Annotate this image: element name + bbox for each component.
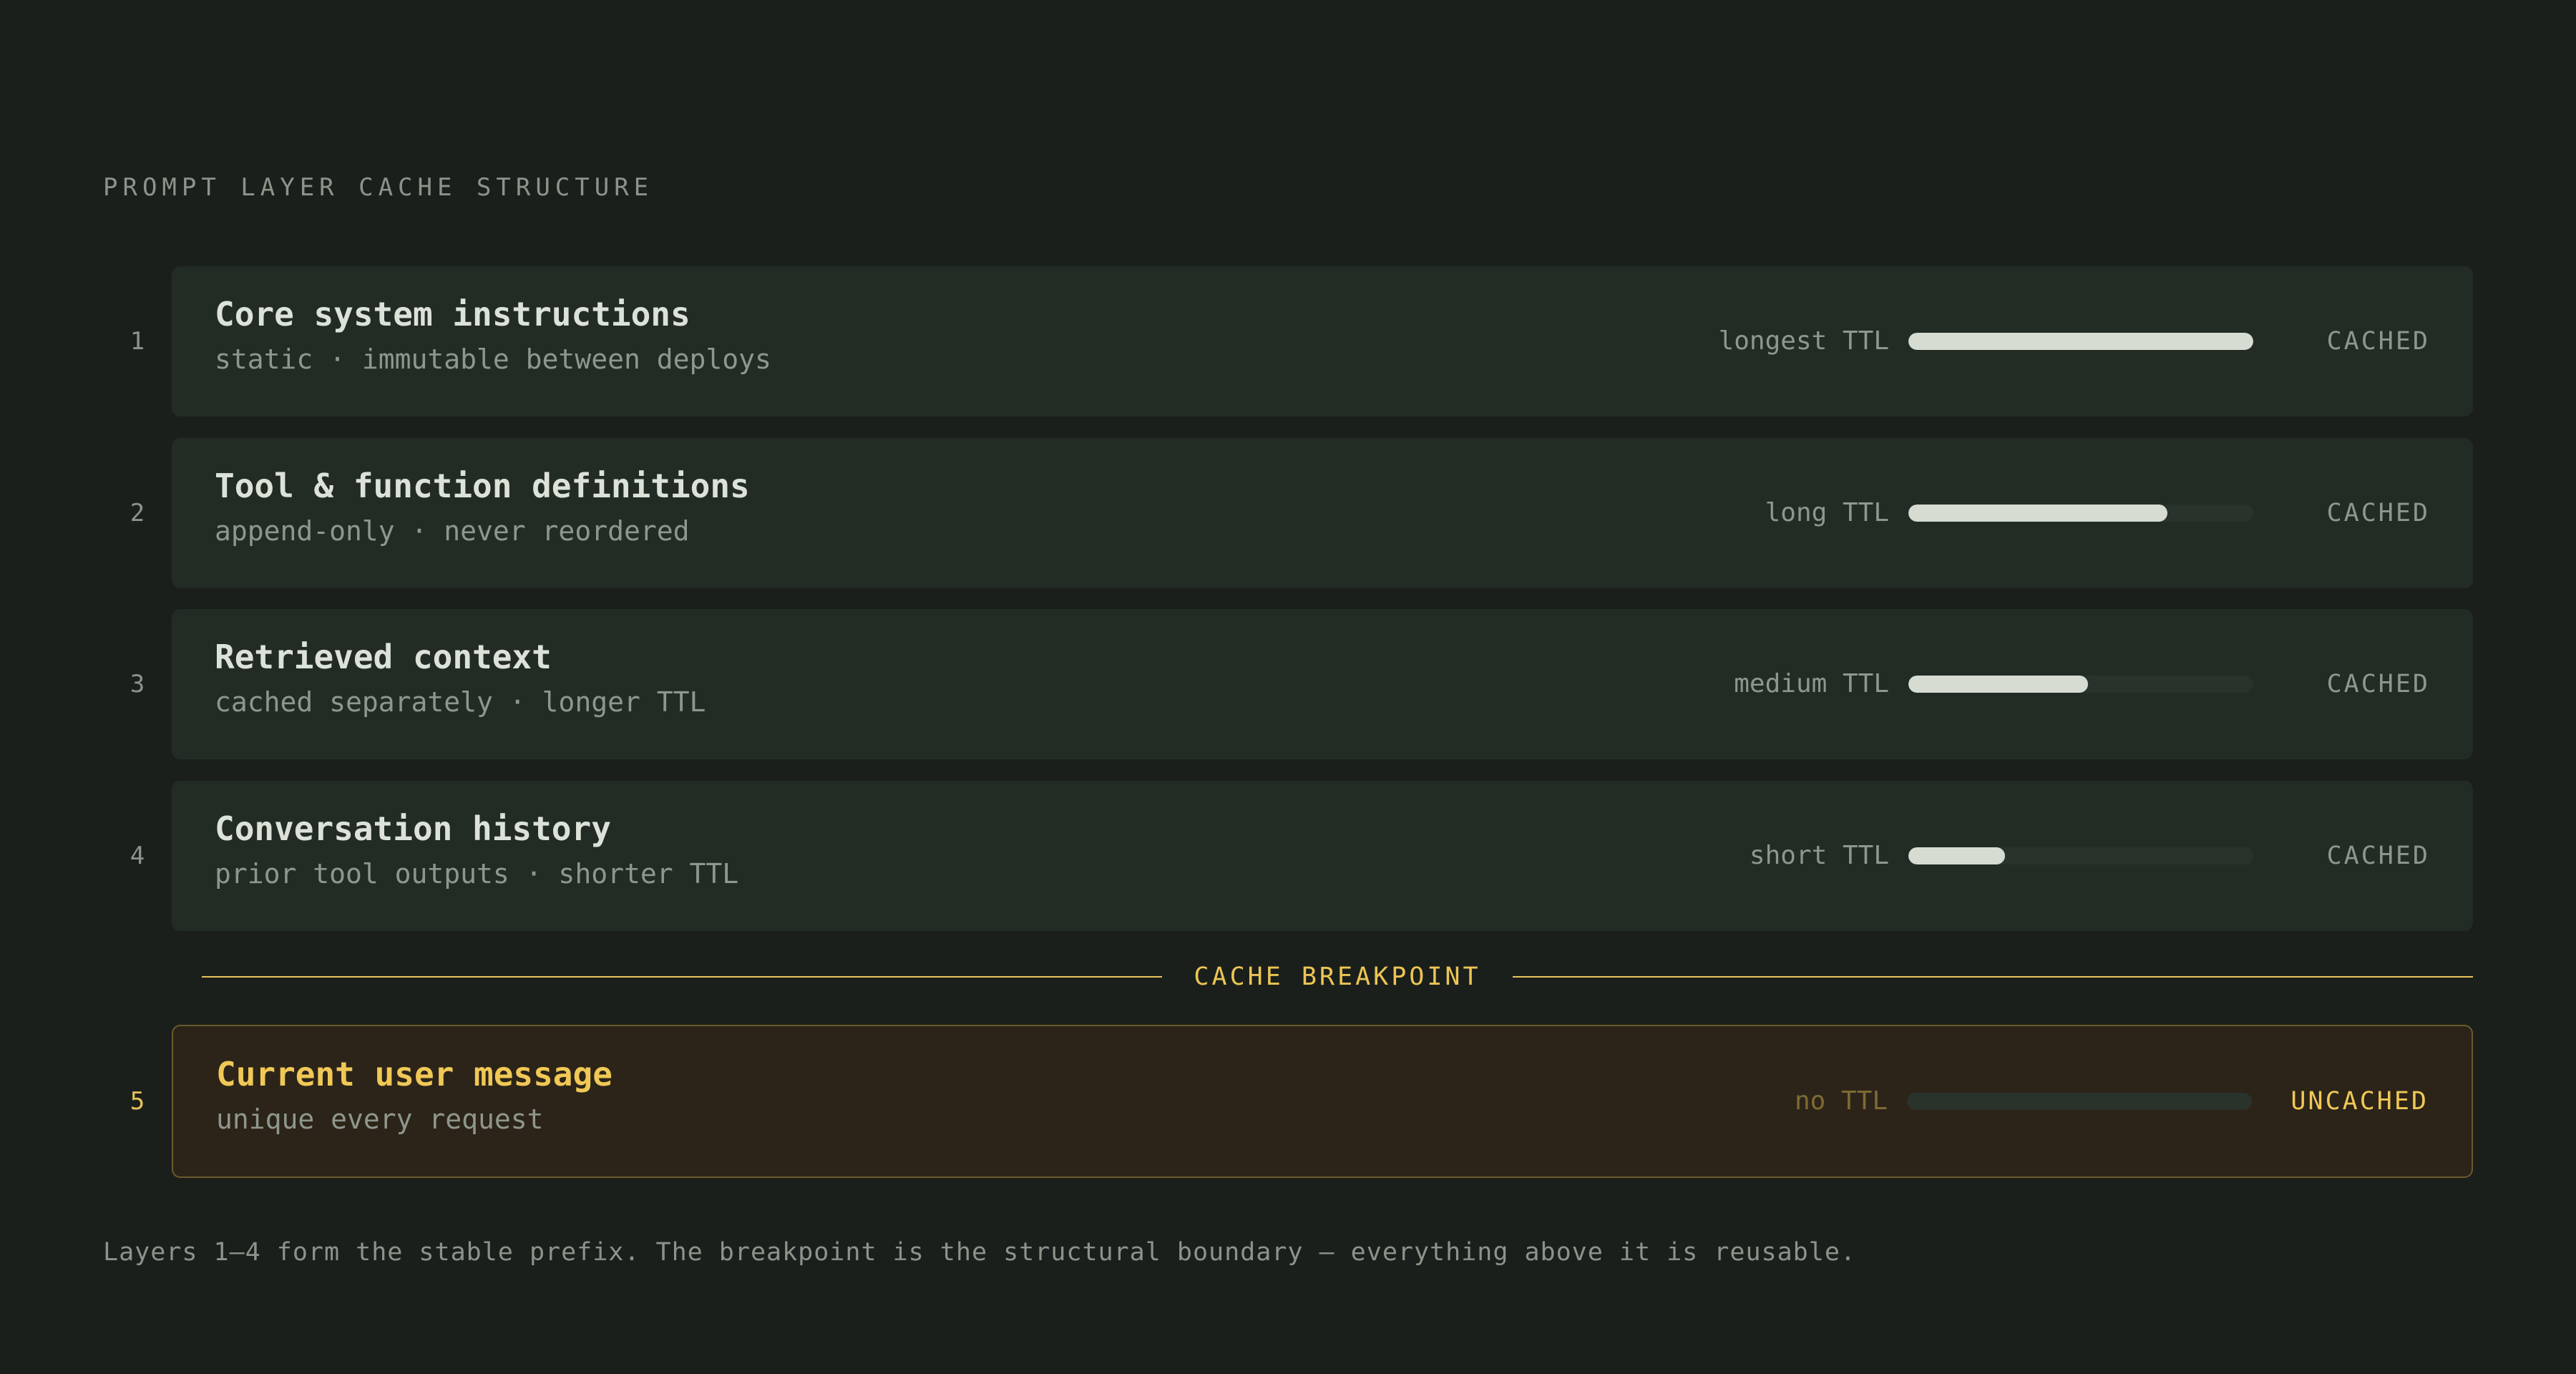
- page: PROMPT LAYER CACHE STRUCTURE 1 Core syst…: [103, 0, 2473, 1374]
- ttl-label: long TTL: [1765, 498, 1889, 527]
- ttl-bar-fill: [1908, 505, 2167, 522]
- layer-row-uncached: 5 Current user message unique every requ…: [103, 1025, 2473, 1178]
- ttl-label: short TTL: [1749, 841, 1889, 870]
- layer-row: 1 Core system instructions static · immu…: [103, 266, 2473, 416]
- layer-title: Tool & function definitions: [215, 467, 750, 505]
- cache-status: CACHED: [2326, 842, 2430, 870]
- layer-number: 1: [130, 327, 145, 356]
- layer-title: Core system instructions: [215, 295, 691, 333]
- ttl-bar-track: [1907, 1093, 2252, 1110]
- ttl-bar-track: [1908, 505, 2253, 522]
- ttl-label: longest TTL: [1718, 326, 1889, 356]
- layer-title: Conversation history: [215, 809, 611, 848]
- ttl-bar-fill: [1908, 847, 2005, 864]
- layer-number: 4: [130, 842, 145, 870]
- ttl-bar-fill: [1908, 333, 2253, 350]
- ttl-bar-fill: [1908, 676, 2088, 693]
- layer-card: Tool & function definitions append-only …: [172, 438, 2473, 588]
- footnote: Layers 1–4 form the stable prefix. The b…: [103, 1238, 1856, 1267]
- breakpoint-label: CACHE BREAKPOINT: [1194, 963, 1481, 991]
- layer-title: Current user message: [216, 1055, 613, 1093]
- cache-breakpoint: CACHE BREAKPOINT: [202, 959, 2473, 995]
- layer-title: Retrieved context: [215, 638, 552, 676]
- layer-subtitle: cached separately · longer TTL: [215, 686, 706, 718]
- layer-subtitle: static · immutable between deploys: [215, 344, 771, 375]
- ttl-label: medium TTL: [1734, 669, 1889, 698]
- ttl-bar-track: [1908, 333, 2253, 350]
- layer-subtitle: prior tool outputs · shorter TTL: [215, 858, 739, 890]
- layer-row: 4 Conversation history prior tool output…: [103, 781, 2473, 931]
- layer-number: 3: [130, 670, 145, 698]
- diagram-heading: PROMPT LAYER CACHE STRUCTURE: [103, 173, 654, 202]
- breakpoint-line-right: [1513, 976, 2473, 978]
- cache-status: UNCACHED: [2290, 1087, 2429, 1116]
- layer-number: 2: [130, 499, 145, 527]
- layer-card: Retrieved context cached separately · lo…: [172, 609, 2473, 759]
- layer-subtitle: unique every request: [216, 1103, 544, 1135]
- layer-row: 2 Tool & function definitions append-onl…: [103, 438, 2473, 588]
- ttl-bar-track: [1908, 847, 2253, 864]
- breakpoint-line-left: [202, 976, 1162, 978]
- cache-status: CACHED: [2326, 327, 2430, 356]
- layer-card: Conversation history prior tool outputs …: [172, 781, 2473, 931]
- cache-status: CACHED: [2326, 499, 2430, 527]
- ttl-bar-track: [1908, 676, 2253, 693]
- layer-subtitle: append-only · never reordered: [215, 515, 690, 547]
- layer-number: 5: [130, 1087, 145, 1116]
- cache-status: CACHED: [2326, 670, 2430, 698]
- layer-card: Current user message unique every reques…: [172, 1025, 2473, 1178]
- ttl-label: no TTL: [1794, 1086, 1888, 1116]
- layer-card: Core system instructions static · immuta…: [172, 266, 2473, 416]
- layer-row: 3 Retrieved context cached separately · …: [103, 609, 2473, 759]
